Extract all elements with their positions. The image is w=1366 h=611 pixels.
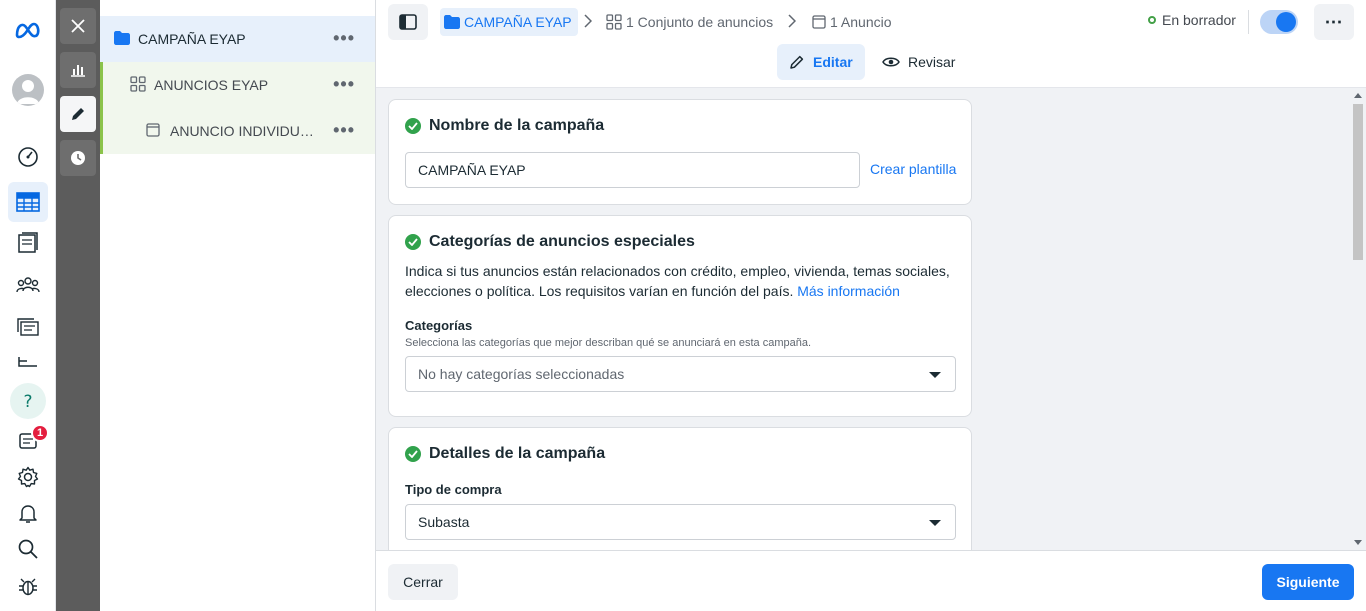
caret-down-icon <box>929 372 941 378</box>
next-button[interactable]: Siguiente <box>1262 564 1354 600</box>
card-title: Nombre de la campaña <box>405 117 604 135</box>
editor-header: CAMPAÑA EYAP 1 Conjunto de anuncios 1 An… <box>376 0 1366 88</box>
campaign-name-card: Nombre de la campaña CAMPAÑA EYAP Crear … <box>388 99 972 205</box>
eye-icon <box>882 57 900 67</box>
help-icon[interactable]: ? <box>8 381 48 421</box>
check-icon <box>405 446 421 462</box>
catalog-icon[interactable] <box>8 223 48 263</box>
campaign-name-input[interactable]: CAMPAÑA EYAP <box>405 152 860 188</box>
grid-icon <box>130 75 146 95</box>
draft-status: En borrador <box>1148 12 1236 28</box>
bug-icon[interactable] <box>8 566 48 606</box>
tree-item-ad[interactable]: ANUNCIO INDIVIDUAL... ••• <box>100 108 375 154</box>
card-title: Detalles de la campaña <box>405 445 605 463</box>
chevron-right-icon <box>584 14 593 31</box>
tab-label: Editar <box>813 54 853 70</box>
pencil-icon[interactable] <box>60 96 96 132</box>
tab-review[interactable]: Revisar <box>870 44 967 80</box>
search-icon[interactable] <box>8 529 48 569</box>
ad-icon <box>812 15 826 29</box>
breadcrumb-ad[interactable]: 1 Anuncio <box>812 8 892 36</box>
special-categories-description: Indica si tus anuncios están relacionado… <box>405 261 961 301</box>
clock-icon[interactable] <box>60 140 96 176</box>
card-title: Categorías de anuncios especiales <box>405 233 695 251</box>
toggle-panel-icon[interactable] <box>388 4 428 40</box>
create-template-link[interactable]: Crear plantilla <box>870 161 956 177</box>
breadcrumb-label: CAMPAÑA EYAP <box>464 14 572 30</box>
tree-item-adset[interactable]: ANUNCIOS EYAP ••• <box>100 62 375 108</box>
folder-icon <box>444 15 460 29</box>
billing-icon[interactable] <box>8 350 48 374</box>
editor-tool-column <box>56 0 100 611</box>
campaign-on-off-toggle[interactable] <box>1260 10 1298 34</box>
scroll-down-icon[interactable] <box>1354 540 1362 545</box>
folder-icon <box>114 30 130 48</box>
check-icon <box>405 234 421 250</box>
campaign-tree-panel: CAMPAÑA EYAP ••• ANUNCIOS EYAP ••• ANUNC… <box>100 0 376 611</box>
categories-label: Categorías <box>405 318 473 333</box>
more-options-button[interactable]: ⋯ <box>1314 4 1354 40</box>
media-library-icon[interactable] <box>8 307 48 347</box>
buy-type-dropdown[interactable]: Subasta <box>405 504 956 540</box>
close-icon[interactable] <box>60 8 96 44</box>
categories-help: Selecciona las categorías que mejor desc… <box>405 337 812 349</box>
dashboard-icon[interactable] <box>8 137 48 177</box>
settings-icon[interactable] <box>8 457 48 497</box>
svg-text:?: ? <box>23 392 32 412</box>
divider <box>1248 10 1249 34</box>
more-info-link[interactable]: Más información <box>797 283 900 299</box>
avatar[interactable] <box>12 74 44 106</box>
tree-item-label: ANUNCIOS EYAP <box>154 77 269 93</box>
special-categories-card: Categorías de anuncios especiales Indica… <box>388 215 972 417</box>
breadcrumb-campaign[interactable]: CAMPAÑA EYAP <box>440 8 578 36</box>
card-title-label: Detalles de la campaña <box>429 445 606 462</box>
breadcrumb-label: 1 Anuncio <box>830 14 892 30</box>
breadcrumb-label: 1 Conjunto de anuncios <box>626 14 774 30</box>
dropdown-placeholder: No hay categorías seleccionadas <box>418 366 625 382</box>
scrollbar-thumb[interactable] <box>1353 104 1363 260</box>
status-dot <box>1148 16 1156 24</box>
tab-label: Revisar <box>908 54 956 70</box>
audiences-icon[interactable] <box>8 265 48 305</box>
tree-item-campaign[interactable]: CAMPAÑA EYAP ••• <box>100 16 375 62</box>
categories-dropdown[interactable]: No hay categorías seleccionadas <box>405 356 956 392</box>
scrollbar[interactable] <box>1350 88 1366 550</box>
editor-footer: Cerrar Siguiente <box>376 550 1366 611</box>
dropdown-value: Subasta <box>418 514 470 530</box>
scroll-up-icon[interactable] <box>1354 93 1362 98</box>
more-options-icon[interactable]: ••• <box>333 29 355 47</box>
tree-item-label: ANUNCIO INDIVIDUAL... <box>170 123 320 139</box>
card-title-label: Nombre de la campaña <box>429 117 605 134</box>
close-button[interactable]: Cerrar <box>388 564 458 600</box>
more-options-icon[interactable]: ••• <box>333 121 355 139</box>
caret-down-icon <box>929 520 941 526</box>
breadcrumb-adset[interactable]: 1 Conjunto de anuncios <box>606 8 773 36</box>
tree-item-label: CAMPAÑA EYAP <box>138 31 246 47</box>
ads-manager-table-icon[interactable] <box>8 182 48 222</box>
global-nav-rail: ? 1 <box>0 0 56 611</box>
ad-icon <box>146 122 160 140</box>
buy-type-label: Tipo de compra <box>405 482 502 497</box>
card-title-label: Categorías de anuncios especiales <box>429 233 695 250</box>
tab-edit[interactable]: Editar <box>777 44 865 80</box>
status-label: En borrador <box>1162 12 1236 28</box>
editor-content: Nombre de la campaña CAMPAÑA EYAP Crear … <box>376 88 1366 550</box>
bell-icon[interactable] <box>8 493 48 533</box>
notification-badge: 1 <box>31 424 49 442</box>
grid-icon <box>606 14 622 30</box>
meta-logo-icon[interactable] <box>8 10 48 50</box>
check-icon <box>405 118 421 134</box>
campaign-details-card: Detalles de la campaña Tipo de compra Su… <box>388 427 972 550</box>
chart-icon[interactable] <box>60 52 96 88</box>
pencil-icon <box>790 55 804 69</box>
chevron-right-icon <box>788 14 797 31</box>
more-options-icon[interactable]: ••• <box>333 75 355 93</box>
